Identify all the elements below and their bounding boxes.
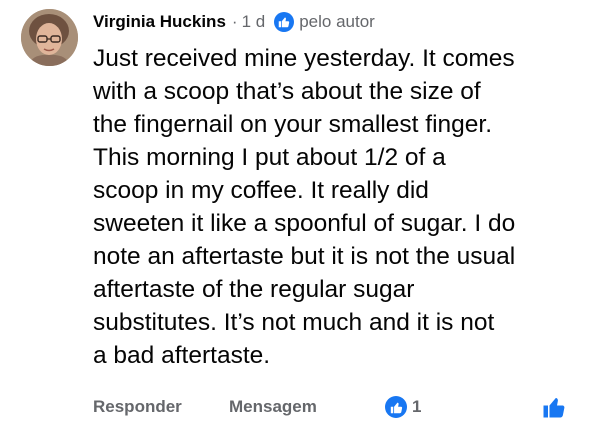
like-reaction-badge — [385, 396, 407, 418]
comment-header: Virginia Huckins · 1 d pelo autor — [93, 10, 375, 34]
thumbs-up-icon — [390, 402, 402, 413]
reaction-count: 1 — [412, 397, 422, 416]
liked-by-author-label: pelo autor — [299, 12, 375, 31]
reply-button[interactable]: Responder — [93, 393, 182, 421]
author-name[interactable]: Virginia Huckins — [93, 12, 226, 32]
avatar-photo — [21, 9, 78, 66]
message-button[interactable]: Mensagem — [229, 393, 317, 421]
reaction-summary[interactable]: 1 — [385, 396, 421, 418]
thumbs-up-icon — [543, 398, 565, 418]
comment-body: Just received mine yesterday. It comes w… — [93, 45, 516, 369]
liked-by-author-badge — [274, 12, 295, 32]
separator-dot: · — [231, 12, 238, 31]
avatar[interactable] — [21, 9, 78, 66]
thumbs-up-icon — [278, 17, 290, 28]
timestamp[interactable]: 1 d — [242, 12, 266, 32]
like-button[interactable] — [540, 393, 568, 421]
comment-actions: Responder Mensagem 1 — [93, 393, 573, 421]
